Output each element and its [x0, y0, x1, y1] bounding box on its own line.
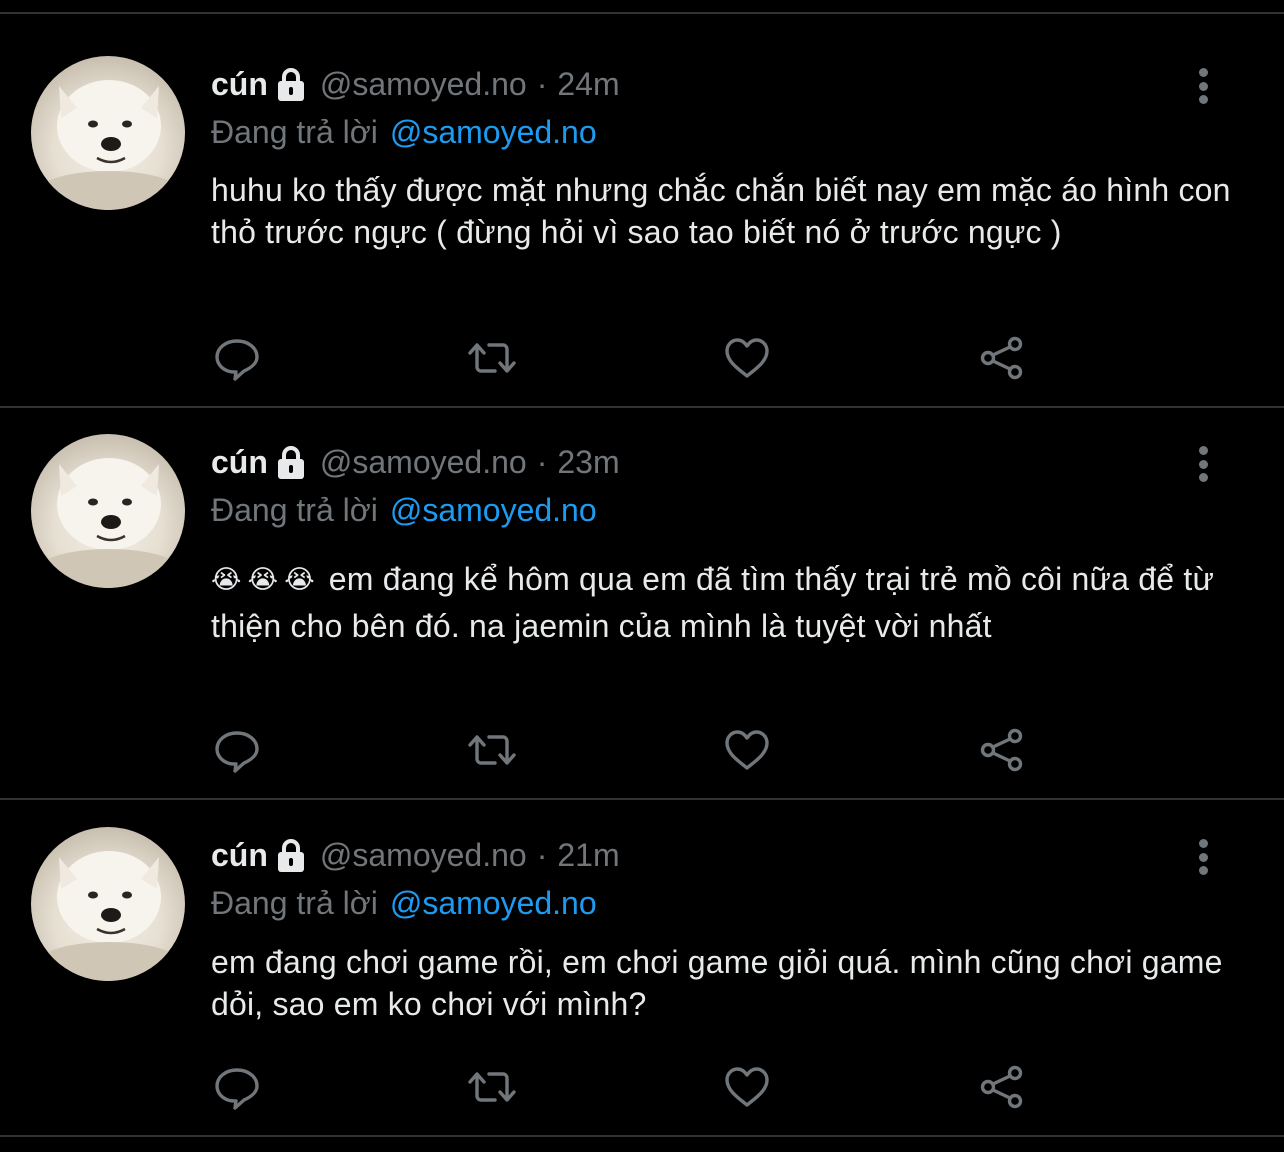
separator-dot: ·	[536, 444, 548, 480]
avatar[interactable]	[31, 827, 185, 981]
avatar[interactable]	[31, 434, 185, 588]
tweet-header: cún @samoyed.no · 23m	[211, 442, 620, 482]
display-name[interactable]: cún	[211, 64, 268, 104]
lock-icon	[276, 445, 306, 479]
like-icon[interactable]	[722, 333, 772, 383]
user-handle[interactable]: @samoyed.no	[320, 442, 527, 482]
like-icon[interactable]	[722, 725, 772, 775]
like-icon[interactable]	[722, 1062, 772, 1112]
tweet-header: cún @samoyed.no · 24m	[211, 64, 620, 104]
action-bar	[0, 725, 1284, 775]
timestamp[interactable]: 24m	[557, 64, 619, 104]
reply-mention[interactable]: @samoyed.no	[390, 114, 597, 150]
share-icon[interactable]	[977, 333, 1027, 383]
user-handle[interactable]: @samoyed.no	[320, 835, 527, 875]
reply-context: Đang trả lời @samoyed.no	[211, 490, 597, 530]
avatar[interactable]	[31, 56, 185, 210]
crying-emoji: 😭	[247, 564, 279, 594]
separator-dot: ·	[536, 837, 548, 873]
more-icon[interactable]	[1188, 64, 1218, 108]
reply-prefix: Đang trả lời	[211, 885, 378, 921]
lock-icon	[276, 67, 306, 101]
crying-emoji: 😭	[211, 564, 242, 594]
display-name[interactable]: cún	[211, 835, 268, 875]
timestamp[interactable]: 23m	[557, 442, 619, 482]
more-icon[interactable]	[1188, 835, 1218, 879]
tweet-text: 😭 😭 😭 em đang kể hôm qua em đã tìm thấy trạ…	[211, 556, 1241, 650]
more-icon[interactable]	[1188, 442, 1218, 486]
reply-prefix: Đang trả lời	[211, 492, 378, 528]
share-icon[interactable]	[977, 725, 1027, 775]
reply-icon[interactable]	[212, 725, 262, 775]
user-handle[interactable]: @samoyed.no	[320, 64, 527, 104]
tweet-divider	[0, 406, 1284, 408]
reply-mention[interactable]: @samoyed.no	[390, 492, 597, 528]
reply-prefix: Đang trả lời	[211, 114, 378, 150]
reply-context: Đang trả lời @samoyed.no	[211, 883, 597, 923]
retweet-icon[interactable]	[467, 725, 517, 775]
reply-icon[interactable]	[212, 1062, 262, 1112]
separator-dot: ·	[536, 66, 548, 102]
tweet-divider	[0, 798, 1284, 800]
reply-icon[interactable]	[212, 333, 262, 383]
bottom-divider	[0, 1135, 1284, 1137]
share-icon[interactable]	[977, 1062, 1027, 1112]
reply-mention[interactable]: @samoyed.no	[390, 885, 597, 921]
timestamp[interactable]: 21m	[557, 835, 619, 875]
retweet-icon[interactable]	[467, 333, 517, 383]
display-name[interactable]: cún	[211, 442, 268, 482]
action-bar	[0, 1062, 1284, 1112]
crying-emoji: 😭	[284, 564, 315, 594]
retweet-icon[interactable]	[467, 1062, 517, 1112]
tweet-text: em đang chơi game rồi, em chơi game giỏi…	[211, 944, 1223, 1022]
lock-icon	[276, 838, 306, 872]
tweet-text: huhu ko thấy được mặt nhưng chắc chắn bi…	[211, 172, 1231, 250]
tweet-header: cún @samoyed.no · 21m	[211, 835, 620, 875]
tweet-text-content: em đang kể hôm qua em đã tìm thấy trại t…	[211, 561, 1215, 644]
top-divider	[0, 12, 1284, 14]
reply-context: Đang trả lời @samoyed.no	[211, 112, 597, 152]
action-bar	[0, 333, 1284, 383]
